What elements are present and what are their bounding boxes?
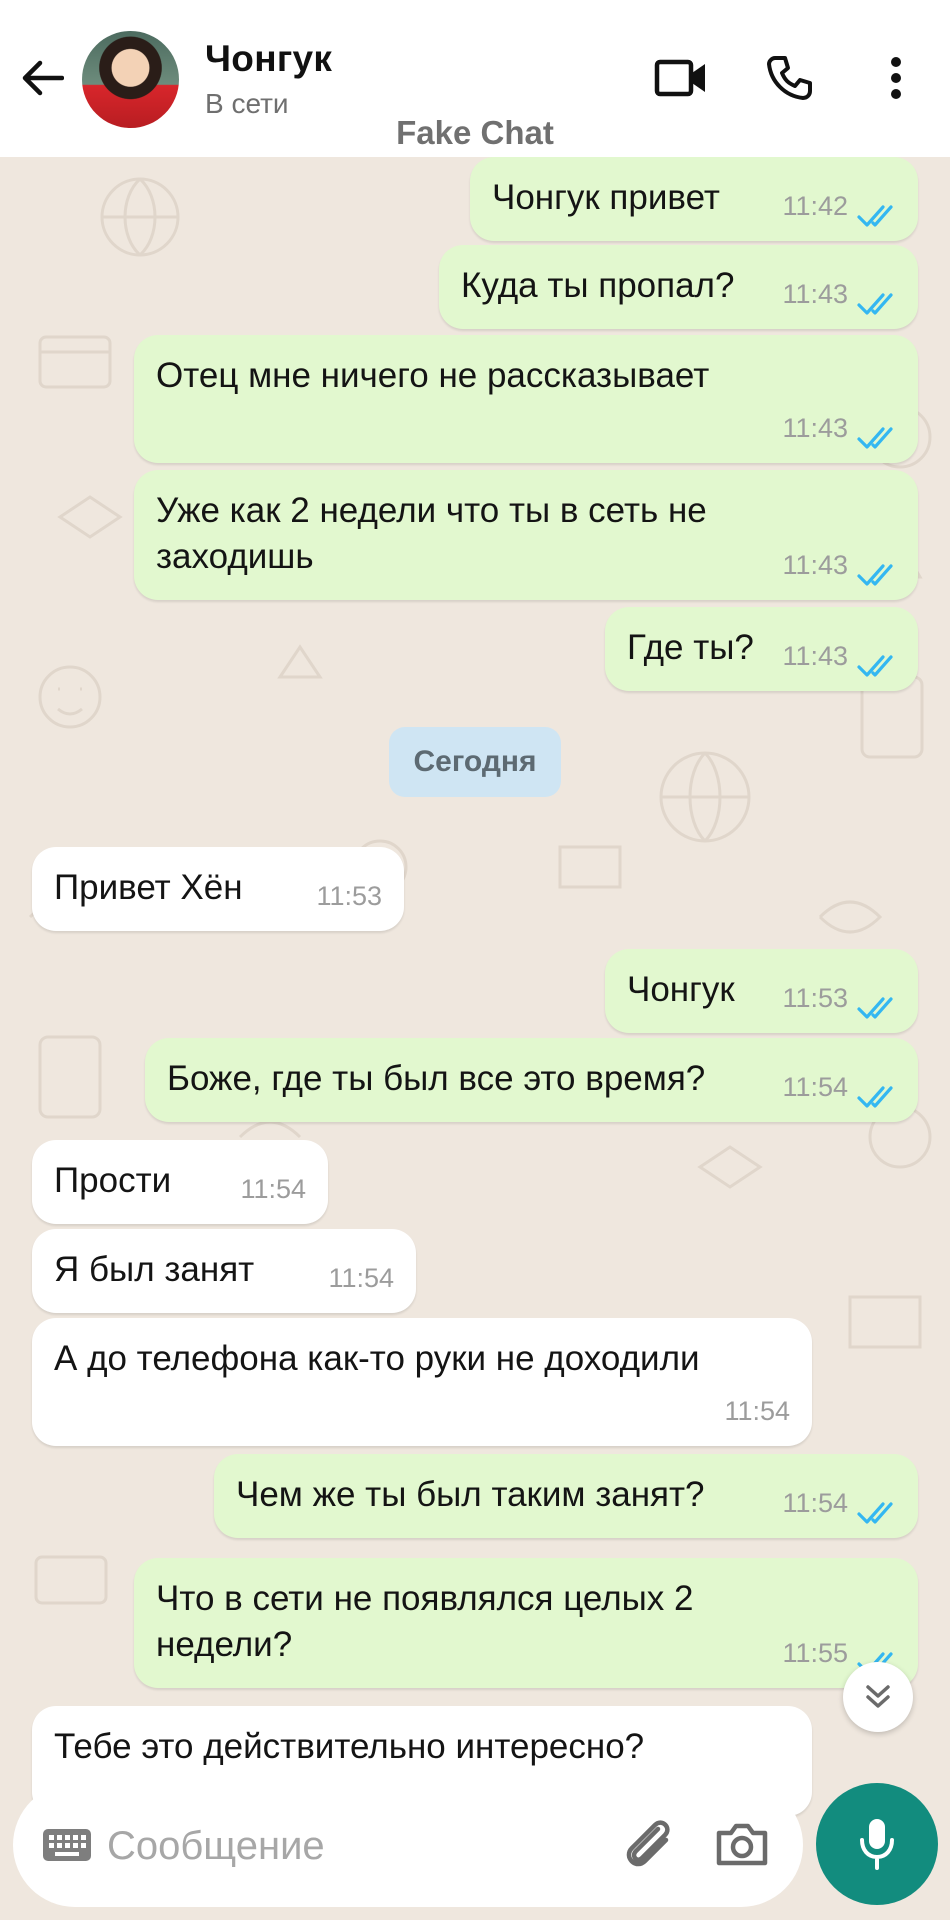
more-vertical-icon (891, 57, 901, 99)
message-text: Отец мне ничего не рассказывает (156, 356, 710, 395)
message-text: Чонгук (627, 970, 735, 1009)
message-time: 11:54 (782, 1072, 848, 1102)
message-text: Чем же ты был таким занят? (236, 1475, 705, 1514)
read-receipt-icon (856, 647, 900, 677)
message-text: Куда ты пропал? (461, 266, 735, 305)
read-receipt-icon (856, 556, 900, 586)
contact-name[interactable]: Чонгук (205, 38, 332, 80)
video-call-button[interactable] (651, 48, 711, 108)
message-composer (13, 1783, 803, 1907)
message-time: 11:53 (316, 881, 382, 911)
message-time: 11:43 (782, 279, 848, 309)
message-input[interactable] (105, 1807, 609, 1885)
video-call-icon (654, 59, 705, 97)
keyboard-icon[interactable] (41, 1821, 93, 1869)
message-bubble-incoming[interactable]: Прости 11:54 (32, 1140, 328, 1224)
message-time: 11:54 (724, 1396, 790, 1426)
read-receipt-icon (856, 197, 900, 227)
message-bubble-outgoing[interactable]: Чем же ты был таким занят? 11:54 (214, 1454, 918, 1538)
message-bubble-outgoing[interactable]: Что в сети не появлялся целых 2 недели? 1… (134, 1558, 918, 1688)
message-bubble-outgoing[interactable]: Где ты? 11:43 (605, 607, 918, 691)
phone-icon (767, 56, 812, 100)
message-time: 11:54 (240, 1174, 306, 1204)
read-receipt-icon (856, 1494, 900, 1524)
camera-icon[interactable] (711, 1813, 773, 1875)
message-text: Что в сети не появлялся целых 2 недели? (156, 1579, 694, 1664)
microphone-icon (860, 1819, 894, 1870)
voice-record-button[interactable] (816, 1783, 938, 1905)
watermark: Fake Chat (396, 114, 554, 151)
more-options-button[interactable] (866, 48, 926, 108)
read-receipt-icon (856, 989, 900, 1019)
message-text: Чонгук привет (492, 178, 720, 217)
message-text: Я был занят (54, 1250, 255, 1289)
message-text: Боже, где ты был все это время? (167, 1059, 706, 1098)
message-text: Тебе это действительно интересно? (54, 1727, 645, 1766)
message-text: Уже как 2 недели что ты в сеть не заходи… (156, 491, 707, 576)
message-bubble-outgoing[interactable]: Уже как 2 недели что ты в сеть не заходи… (134, 470, 918, 600)
message-bubble-incoming[interactable]: Я был занят 11:54 (32, 1229, 416, 1313)
date-divider: Сегодня (389, 727, 561, 797)
message-text: Прости (54, 1161, 172, 1200)
message-bubble-incoming[interactable]: Привет Хён 11:53 (32, 847, 404, 931)
message-time: 11:42 (782, 191, 848, 221)
message-bubble-outgoing[interactable]: Чонгук привет 11:42 (470, 157, 918, 241)
message-text: А до телефона как-то руки не доходили (54, 1339, 700, 1378)
message-time: 11:43 (782, 413, 848, 443)
message-time: 11:54 (782, 1488, 848, 1518)
message-time: 11:43 (782, 550, 848, 580)
message-bubble-outgoing[interactable]: Боже, где ты был все это время? 11:54 (145, 1038, 918, 1122)
read-receipt-icon (856, 419, 900, 449)
date-divider-label: Сегодня (413, 745, 537, 778)
back-button[interactable] (14, 50, 70, 106)
read-receipt-icon (856, 1078, 900, 1108)
message-text: Привет Хён (54, 868, 243, 907)
message-time: 11:55 (782, 1638, 848, 1668)
message-bubble-incoming[interactable]: А до телефона как-то руки не доходили 11:… (32, 1318, 812, 1446)
chat-header: Чонгук В сети Fake Chat (0, 0, 950, 157)
message-bubble-outgoing[interactable]: Чонгук 11:53 (605, 949, 918, 1033)
paperclip-icon[interactable] (618, 1813, 680, 1875)
message-time: 11:53 (782, 983, 848, 1013)
arrow-left-icon (22, 60, 64, 96)
chevron-double-down-icon (866, 1685, 890, 1708)
message-text: Где ты? (627, 628, 754, 667)
scroll-to-bottom-button[interactable] (843, 1662, 913, 1732)
message-time: 11:54 (328, 1263, 394, 1293)
message-bubble-outgoing[interactable]: Куда ты пропал? 11:43 (439, 245, 918, 329)
voice-call-button[interactable] (759, 48, 819, 108)
message-bubble-outgoing[interactable]: Отец мне ничего не рассказывает 11:43 (134, 335, 918, 463)
read-receipt-icon (856, 285, 900, 315)
message-time: 11:43 (782, 641, 848, 671)
